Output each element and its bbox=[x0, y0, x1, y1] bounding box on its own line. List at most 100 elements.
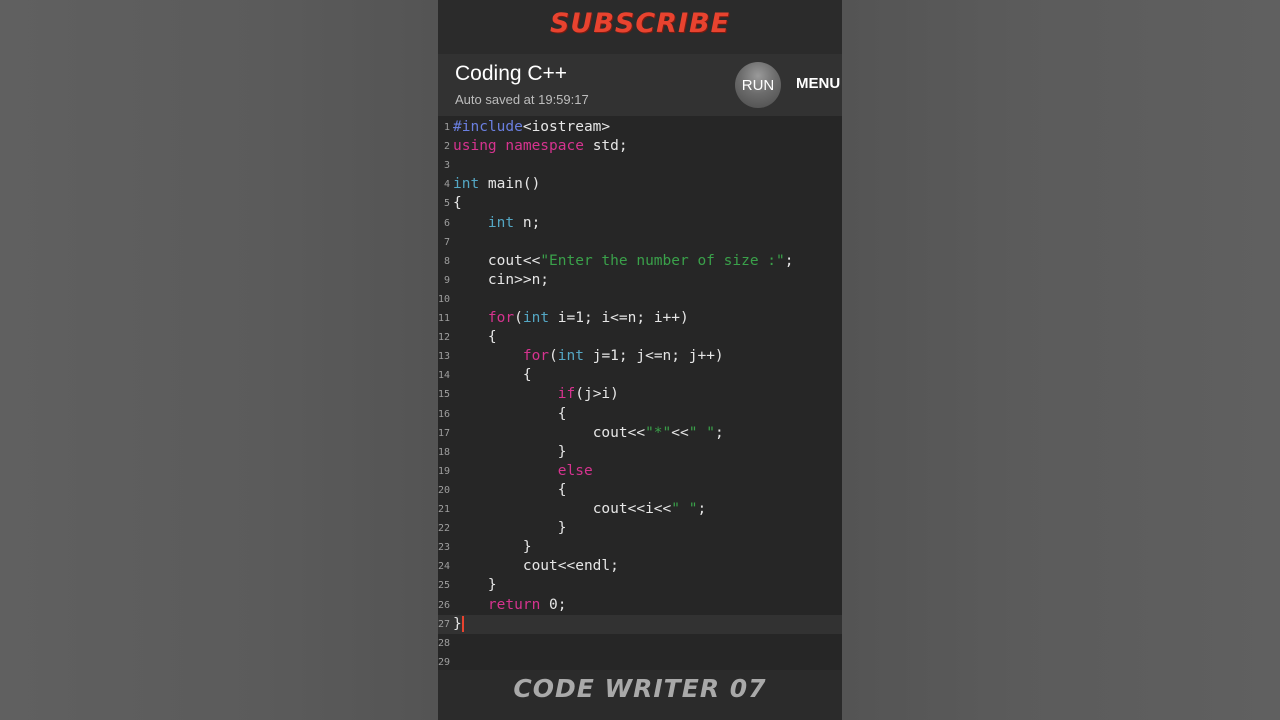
line-number: 11 bbox=[438, 313, 451, 324]
code-line[interactable]: 3 bbox=[438, 156, 842, 175]
code-line[interactable]: 29 bbox=[438, 653, 842, 670]
code-token: namespace bbox=[505, 138, 584, 155]
code-text: for(int i=1; i<=n; i++) bbox=[453, 309, 689, 328]
code-text: } bbox=[453, 443, 567, 462]
right-background bbox=[842, 0, 1280, 720]
code-line[interactable]: 6 int n; bbox=[438, 214, 842, 233]
code-token: cout<<i<< bbox=[592, 501, 672, 517]
code-line[interactable]: 14 { bbox=[438, 366, 842, 385]
code-line[interactable]: 8 cout<<"Enter the number of size :"; bbox=[438, 252, 842, 271]
line-number: 27 bbox=[438, 618, 451, 630]
line-number: 4 bbox=[443, 179, 450, 191]
code-token: else bbox=[557, 462, 593, 479]
code-token: " " bbox=[688, 424, 715, 441]
line-number: 9 bbox=[443, 274, 450, 286]
code-token: cout<< bbox=[592, 424, 646, 441]
code-token: << bbox=[671, 424, 689, 441]
code-token: std; bbox=[583, 138, 628, 155]
code-text: } bbox=[453, 519, 567, 538]
code-line[interactable]: 20 { bbox=[438, 481, 842, 500]
code-line[interactable]: 4 int main() bbox=[438, 175, 842, 194]
line-number: 6 bbox=[443, 217, 450, 229]
code-token: int bbox=[487, 214, 515, 231]
code-line[interactable]: 19 else bbox=[438, 462, 842, 481]
left-background bbox=[0, 0, 438, 720]
line-number: 23 bbox=[438, 542, 451, 554]
code-text: cout<<"Enter the number of size :"; bbox=[453, 252, 794, 271]
code-token: n; bbox=[514, 214, 541, 231]
line-number: 20 bbox=[438, 484, 451, 496]
code-token: cin>>n; bbox=[487, 271, 550, 288]
code-token: ( bbox=[549, 348, 558, 365]
line-number: 1 bbox=[443, 122, 450, 133]
code-line[interactable]: 9 cin>>n; bbox=[438, 271, 842, 290]
code-line[interactable]: 10 bbox=[438, 290, 842, 309]
subscribe-banner: SUBSCRIBE bbox=[438, 0, 842, 54]
code-token: "*" bbox=[645, 424, 672, 441]
code-text: else bbox=[453, 462, 593, 481]
code-text: using namespace std; bbox=[453, 137, 628, 156]
code-token: " " bbox=[671, 501, 698, 517]
code-token: ; bbox=[697, 501, 707, 517]
code-token: i=1; i<=n; i++) bbox=[549, 310, 689, 326]
line-number: 14 bbox=[438, 370, 451, 382]
code-token: { bbox=[487, 329, 497, 346]
code-text: int n; bbox=[453, 214, 540, 233]
code-line[interactable]: 18 } bbox=[438, 443, 842, 462]
code-line[interactable]: 12 { bbox=[438, 328, 842, 347]
run-button[interactable]: RUN bbox=[735, 62, 781, 108]
code-line[interactable]: 22 } bbox=[438, 519, 842, 538]
line-number: 12 bbox=[438, 332, 451, 344]
code-token: for bbox=[487, 310, 515, 326]
code-line[interactable]: 2 using namespace std; bbox=[438, 137, 842, 156]
line-number: 17 bbox=[438, 427, 451, 439]
code-line[interactable]: 5{ bbox=[438, 194, 842, 213]
line-number: 2 bbox=[443, 141, 450, 153]
code-editor[interactable]: 1 #include<iostream> 2 using namespace std;… bbox=[438, 116, 842, 670]
code-token: ; bbox=[784, 252, 794, 269]
menu-button[interactable]: MENU bbox=[796, 75, 840, 92]
line-number: 18 bbox=[438, 446, 451, 458]
code-line[interactable]: 16 { bbox=[438, 405, 842, 424]
code-token: main() bbox=[479, 176, 541, 193]
code-line[interactable]: 7 bbox=[438, 233, 842, 252]
text-cursor bbox=[461, 615, 464, 632]
code-line[interactable]: 17 cout<<"*"<<" "; bbox=[438, 424, 842, 443]
line-number: 5 bbox=[443, 198, 450, 210]
code-text: { bbox=[453, 366, 532, 385]
code-line[interactable]: 27} bbox=[438, 614, 842, 634]
line-number: 13 bbox=[438, 351, 451, 363]
code-line[interactable]: 26 return 0; bbox=[438, 596, 842, 615]
code-line[interactable]: 15 if(j>i) bbox=[438, 385, 842, 404]
code-line[interactable]: 13 for(int j=1; j<=n; j++) bbox=[438, 347, 842, 366]
line-number: 3 bbox=[443, 160, 450, 172]
code-token: { bbox=[557, 481, 567, 498]
code-token: } bbox=[487, 577, 497, 594]
line-number: 8 bbox=[443, 255, 450, 267]
code-line[interactable]: 11 for(int i=1; i<=n; i++) bbox=[438, 309, 842, 328]
code-line[interactable]: 1 #include<iostream> bbox=[438, 118, 842, 137]
code-line[interactable]: 23 } bbox=[438, 538, 842, 557]
code-line[interactable]: 25 } bbox=[438, 576, 842, 595]
code-text: } bbox=[453, 538, 532, 557]
line-number: 7 bbox=[443, 236, 450, 248]
line-number: 22 bbox=[438, 523, 451, 535]
line-number: 19 bbox=[438, 465, 451, 477]
line-number: 28 bbox=[438, 637, 451, 649]
code-token: using bbox=[453, 138, 497, 155]
code-text: cin>>n; bbox=[453, 271, 549, 290]
channel-watermark: CODE WRITER 07 bbox=[513, 674, 767, 703]
line-number: 21 bbox=[438, 504, 451, 515]
code-token: int bbox=[453, 176, 480, 193]
watermark-bar: CODE WRITER 07 bbox=[438, 670, 842, 720]
code-token: int bbox=[522, 310, 550, 326]
code-line[interactable]: 28 bbox=[438, 634, 842, 653]
code-text: } bbox=[453, 615, 464, 634]
code-line[interactable]: 24 cout<<endl; bbox=[438, 557, 842, 576]
code-token: <iostream> bbox=[522, 119, 611, 135]
code-token: } bbox=[557, 443, 567, 460]
code-text: } bbox=[453, 576, 497, 595]
code-token: cout<<endl; bbox=[522, 558, 619, 575]
line-number: 25 bbox=[438, 580, 451, 592]
code-line[interactable]: 21 cout<<i<<" "; bbox=[438, 500, 842, 519]
